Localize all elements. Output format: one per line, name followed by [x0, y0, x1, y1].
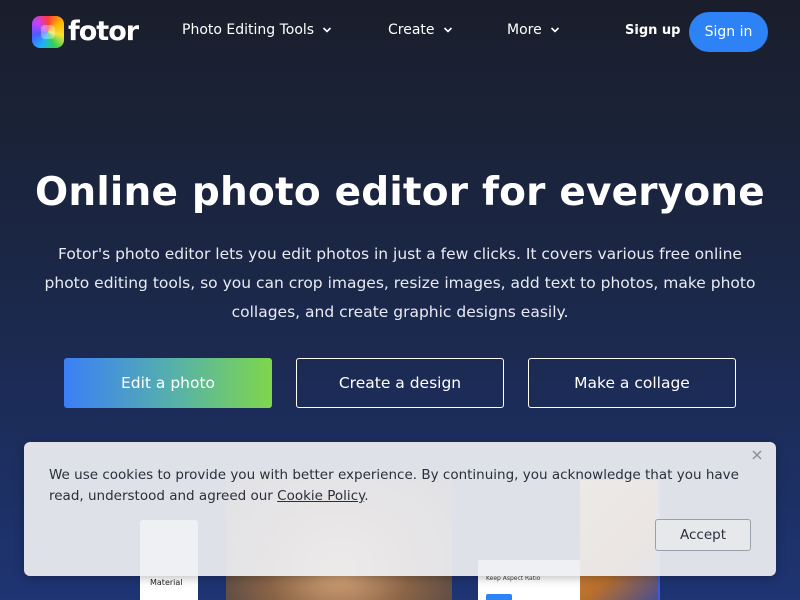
cookie-text: We use cookies to provide you with bette…	[49, 467, 739, 504]
nav-create[interactable]: Create	[388, 22, 453, 38]
logo-text: fotor	[68, 16, 139, 47]
cookie-policy-link[interactable]: Cookie Policy	[277, 488, 364, 504]
chevron-down-icon	[323, 27, 332, 33]
preview-material-label: Material	[150, 578, 183, 587]
top-navigation: fotor Photo Editing Tools Create More Si…	[0, 0, 800, 64]
preview-aspect-ratio-label: Keep Aspect Ratio	[486, 575, 541, 582]
fotor-logo[interactable]: fotor	[32, 16, 139, 48]
nav-item-label: More	[507, 22, 542, 38]
nav-item-label: Photo Editing Tools	[182, 22, 315, 38]
cookie-banner: We use cookies to provide you with bette…	[24, 442, 776, 576]
make-a-collage-button[interactable]: Make a collage	[528, 358, 736, 408]
nav-more[interactable]: More	[507, 22, 560, 38]
accept-cookies-button[interactable]: Accept	[655, 519, 751, 551]
page-title: Online photo editor for everyone	[35, 170, 765, 215]
chevron-down-icon	[443, 27, 452, 33]
nav-photo-editing-tools[interactable]: Photo Editing Tools	[182, 22, 332, 38]
create-a-design-button[interactable]: Create a design	[296, 358, 504, 408]
nav-item-label: Create	[388, 22, 435, 38]
edit-a-photo-button[interactable]: Edit a photo	[64, 358, 272, 408]
sign-up-link[interactable]: Sign up	[625, 23, 680, 38]
hero-description: Fotor's photo editor lets you edit photo…	[44, 245, 756, 321]
chevron-down-icon	[550, 27, 559, 33]
cookie-text-suffix: .	[364, 488, 369, 504]
cookie-message: We use cookies to provide you with bette…	[49, 465, 759, 507]
fotor-logo-icon	[32, 16, 64, 48]
close-icon[interactable]	[750, 448, 764, 462]
sign-in-button[interactable]: Sign in	[689, 12, 768, 52]
preview-apply-button	[486, 594, 512, 600]
